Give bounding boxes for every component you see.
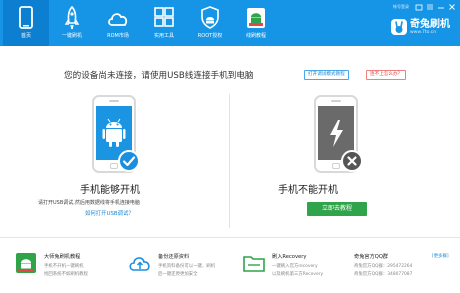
nav-flash-tutorial[interactable]: 线刷教程: [233, 0, 279, 46]
brand: 奇兔刷机 www.7to.cn: [391, 17, 450, 37]
phone-icon: [19, 6, 33, 29]
card-backup-restore[interactable]: 备份还原资料 手机资料备份可以一键，刷机 后一键还原更加安全: [128, 249, 228, 285]
cloud-icon: [108, 13, 128, 26]
grid-icon: [154, 7, 174, 27]
go-to-tutorial-button[interactable]: 立即去教程: [307, 202, 367, 216]
card-backup-restore-desc1: 手机资料备份可以一键，刷机: [158, 264, 216, 269]
card-flash-tutorial-title: 大师兔刷机教程: [44, 254, 81, 260]
nav-utilities[interactable]: 实用工具: [141, 0, 187, 46]
account-login-link[interactable]: 帐号登录: [393, 4, 409, 10]
cloud-upload-icon: [129, 257, 150, 271]
card-flash-tutorial[interactable]: 大师兔刷机教程 手机不开机一键刷机 找回系统不如刷机教程: [14, 249, 114, 285]
card-qq-group-title: 奇兔官方QQ群: [354, 254, 389, 260]
card-backup-restore-title: 备份还原资料: [158, 254, 190, 260]
nav-root-authorize[interactable]: ROOT授权: [187, 0, 233, 46]
android-guide-icon: [247, 8, 265, 28]
cannot-connect-help-button[interactable]: 连不上怎么办？: [366, 70, 407, 80]
feature-cards: 大师兔刷机教程 手机不开机一键刷机 找回系统不如刷机教程 备份还原资料 手机资料…: [0, 237, 460, 293]
menu-icon[interactable]: [426, 3, 434, 11]
android-book-icon: [16, 253, 36, 273]
skin-icon[interactable]: [415, 3, 423, 11]
brand-name: 奇兔刷机: [410, 18, 450, 30]
more-groups-link[interactable]: [更多群]: [432, 253, 449, 259]
phone-cannot-boot-title: 手机不能开机: [278, 185, 338, 196]
debug-mode-tutorial-button[interactable]: 打开调试模式教程: [304, 70, 349, 80]
shield-android-icon: [201, 6, 219, 29]
nav-home[interactable]: 首页: [3, 0, 49, 46]
brand-site: www.7to.cn: [410, 29, 437, 35]
nav-rom-market[interactable]: ROM市场: [95, 0, 141, 46]
card-flash-recovery-title: 刷入Recovery: [272, 254, 307, 260]
check-icon: [118, 150, 140, 172]
minimize-icon[interactable]: [437, 3, 445, 11]
card-backup-restore-desc2: 后一键还原更加安全: [158, 272, 198, 277]
panel-divider: [229, 94, 230, 228]
connection-headline: 您的设备尚未连接，请使用USB线连接手机到电脑: [64, 71, 254, 81]
nav-flash-tutorial-label: 线刷教程: [245, 33, 266, 39]
card-qq-group: 奇兔官方QQ群 [更多群] 奇兔官方QQ群：295472264 奇兔官方QQ群：…: [354, 249, 454, 285]
card-flash-recovery-desc1: 一键刷入官方recovery: [272, 264, 318, 269]
folder-recovery-icon: [243, 256, 265, 272]
phone-can-boot-desc: 请打开USB调试,然后用数据线将手机连接电脑: [38, 200, 140, 206]
card-flash-recovery[interactable]: 刷入Recovery 一键刷入官方recovery 以及刷机第三方Recover…: [242, 249, 342, 285]
card-qq-group-desc2: 奇兔官方QQ群：348077087: [354, 272, 413, 277]
close-icon[interactable]: [448, 3, 456, 11]
nav-one-click-flash[interactable]: 一键刷机: [49, 0, 95, 46]
card-flash-tutorial-desc2: 找回系统不如刷机教程: [44, 272, 88, 277]
how-to-enable-usb-debug-link[interactable]: 如何打开USB调试？: [85, 209, 134, 217]
rocket-icon: [64, 6, 80, 30]
card-flash-recovery-desc2: 以及刷机第三方Recovery: [272, 272, 324, 277]
card-qq-group-desc1: 奇兔官方QQ群：295472264: [354, 264, 413, 269]
phone-can-boot-title: 手机能够开机: [80, 185, 140, 196]
window-controls: 帐号登录: [393, 2, 456, 12]
card-flash-tutorial-desc1: 手机不开机一键刷机: [44, 264, 84, 269]
top-toolbar: 首页 一键刷机 ROM市场 实用工具 ROOT授权 线刷教程 帐号登录 奇兔刷机…: [0, 0, 460, 46]
cross-icon: [341, 150, 363, 172]
rabbit-logo-icon: [391, 19, 407, 35]
